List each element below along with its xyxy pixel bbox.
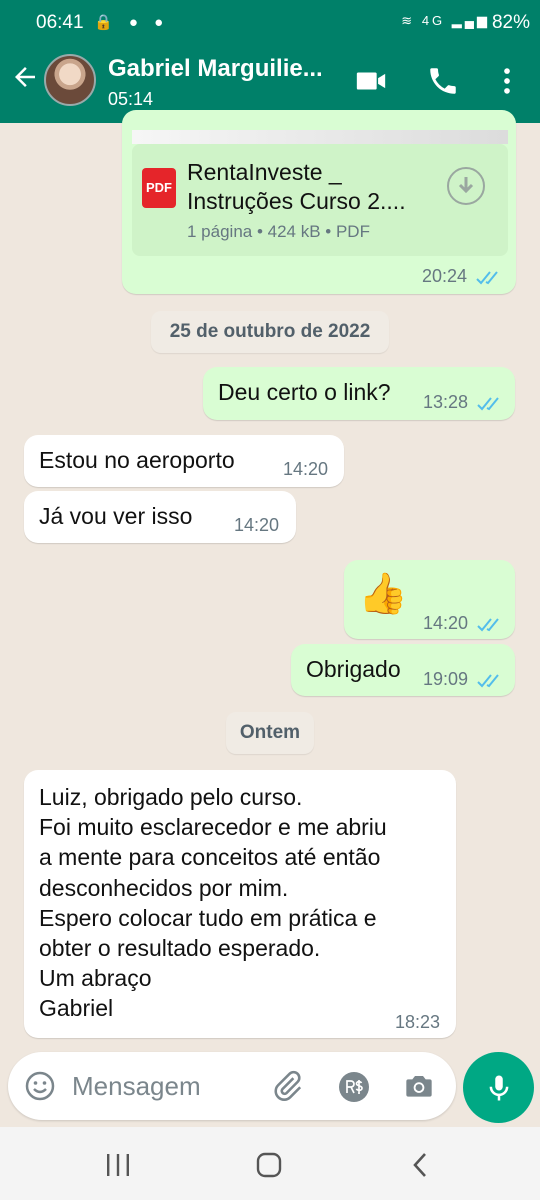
contact-avatar[interactable]: [44, 54, 96, 106]
outgoing-message[interactable]: Obrigado 19:09: [291, 644, 515, 696]
document-message[interactable]: PDF RentaInveste _ Instruções Curso 2...…: [122, 110, 516, 294]
more-options-icon[interactable]: [490, 64, 524, 98]
read-ticks-icon: [477, 618, 499, 632]
emoji-icon[interactable]: [24, 1070, 56, 1102]
read-ticks-icon: [477, 397, 499, 411]
incoming-message[interactable]: Já vou ver isso 14:20: [24, 491, 296, 543]
system-navigation-bar: [0, 1127, 540, 1200]
pdf-badge-label: PDF: [146, 180, 172, 195]
message-line: Luiz, obrigado pelo curso.: [39, 784, 303, 810]
status-bar: 06:41 🔒 ● ● ≋ 4G ▂▄▆ 82%: [0, 0, 540, 46]
attach-icon[interactable]: [270, 1069, 304, 1103]
document-info: 1 página • 424 kB • PDF: [187, 222, 370, 241]
message-input[interactable]: [72, 1066, 262, 1106]
message-time: 13:28: [423, 392, 469, 412]
message-line: desconhecidos por mim.: [39, 874, 289, 901]
back-nav-icon[interactable]: [410, 1151, 430, 1179]
contact-name[interactable]: Gabriel Marguilie...: [108, 55, 344, 83]
message-time: 14:20: [283, 459, 329, 479]
pdf-file-icon: PDF: [142, 168, 176, 208]
battery-percent: 82%: [491, 12, 530, 33]
message-time: 14:20: [234, 515, 280, 535]
date-separator: Ontem: [226, 712, 314, 754]
home-icon[interactable]: [256, 1152, 282, 1178]
video-call-icon[interactable]: [354, 64, 388, 98]
message-composer: [8, 1052, 456, 1120]
message-text: Deu certo o link?: [218, 379, 391, 405]
message-line: obter o resultado esperado.: [39, 935, 321, 962]
document-card[interactable]: PDF RentaInveste _ Instruções Curso 2...…: [132, 144, 508, 256]
message-text: Obrigado: [306, 656, 401, 682]
message-line: a mente para conceitos até então: [39, 844, 381, 871]
message-line: Espero colocar tudo em prática e: [39, 904, 377, 931]
document-preview-strip: [132, 130, 508, 144]
status-time: 06:41: [36, 12, 84, 33]
message-line: Gabriel: [39, 995, 114, 1022]
document-title-line1: RentaInveste _: [187, 159, 342, 185]
message-line: Foi muito esclarecedor e me abriu: [39, 814, 387, 841]
thumbs-up-emoji: 👍: [358, 572, 408, 616]
voice-message-button[interactable]: [463, 1052, 534, 1123]
message-line: Um abraço: [39, 965, 152, 992]
download-icon[interactable]: [446, 166, 486, 206]
outgoing-message[interactable]: 👍 14:20: [344, 560, 515, 639]
incoming-message[interactable]: Estou no aeroporto 14:20: [24, 435, 344, 487]
read-ticks-icon: [476, 271, 498, 285]
contact-subtitle: 05:14: [108, 89, 154, 109]
message-text: Já vou ver isso: [39, 503, 193, 529]
outgoing-message[interactable]: Deu certo o link? 13:28: [203, 367, 515, 420]
document-title: RentaInveste _ Instruções Curso 2....: [187, 158, 406, 216]
signal-bars-icon: ▂▄▆: [451, 13, 490, 28]
signal-icons: ≋ 4G ▂▄▆: [401, 13, 490, 29]
microphone-icon: [489, 1075, 509, 1101]
recent-apps-icon[interactable]: [105, 1153, 131, 1177]
voice-call-icon[interactable]: [426, 64, 460, 98]
battery-indicator: 82%: [492, 12, 530, 34]
incoming-long-message[interactable]: Luiz, obrigado pelo curso. Foi muito esc…: [24, 770, 456, 1038]
document-title-line2: Instruções Curso 2....: [187, 188, 406, 214]
notification-icons: 🔒 ● ●: [94, 14, 170, 31]
app-header: 06:41 🔒 ● ● ≋ 4G ▂▄▆ 82% Gabriel Marguil…: [0, 0, 540, 123]
payment-icon[interactable]: [338, 1071, 370, 1103]
message-time: 20:24: [422, 266, 468, 286]
message-time: 18:23: [395, 1012, 441, 1032]
camera-icon[interactable]: [402, 1070, 436, 1102]
message-text: Estou no aeroporto: [39, 447, 235, 473]
back-arrow-icon[interactable]: [10, 62, 40, 92]
network-label: 4G: [421, 13, 446, 28]
read-ticks-icon: [477, 674, 499, 688]
date-separator: 25 de outubro de 2022: [151, 311, 389, 353]
wifi-icon: ≋: [401, 13, 416, 28]
message-time: 19:09: [423, 669, 469, 689]
message-text: Luiz, obrigado pelo curso. Foi muito esc…: [39, 782, 387, 1024]
message-time: 14:20: [423, 613, 469, 633]
